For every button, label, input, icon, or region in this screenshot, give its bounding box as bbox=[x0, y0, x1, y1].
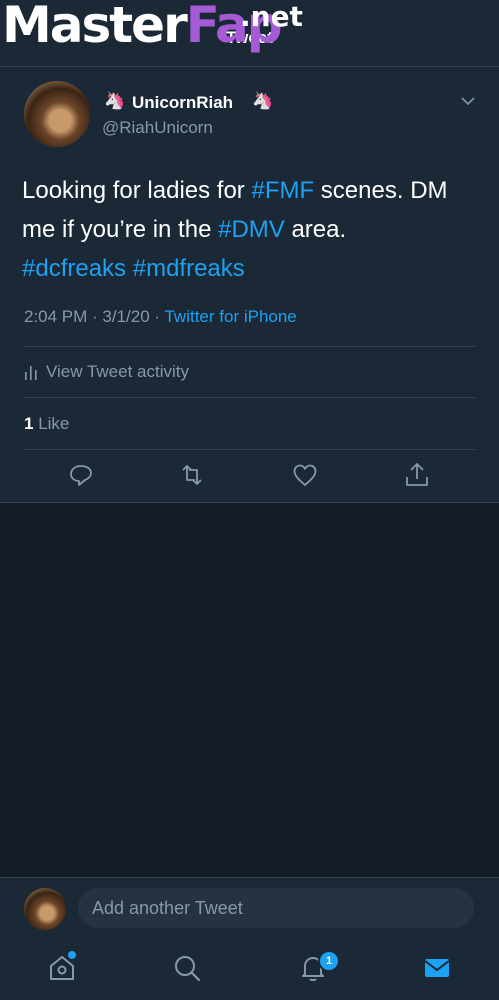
divider bbox=[24, 397, 475, 398]
hashtag-link[interactable]: #DMV bbox=[218, 216, 285, 243]
chevron-down-icon[interactable] bbox=[460, 93, 476, 109]
tweet-source-link[interactable]: Twitter for iPhone bbox=[164, 307, 296, 326]
watermark-suffix: .net bbox=[240, 0, 303, 33]
share-icon[interactable] bbox=[402, 460, 432, 490]
tweet-actions bbox=[0, 460, 499, 496]
unicorn-icon: 🦄 bbox=[104, 91, 126, 110]
tweet-text-part: Looking for ladies for bbox=[22, 177, 252, 204]
watermark-logo: MasterFap bbox=[2, 0, 282, 50]
unicorn-icon: 🦄 bbox=[252, 91, 274, 110]
reply-composer: Add another Tweet bbox=[0, 877, 499, 938]
hashtag-link[interactable]: #mdfreaks bbox=[133, 255, 245, 282]
notifications-badge: 1 bbox=[318, 950, 340, 972]
reply-input[interactable]: Add another Tweet bbox=[78, 888, 474, 928]
divider bbox=[24, 346, 475, 347]
tweet-detail: 🦄 UnicornRiah 🦄 @RiahUnicorn Looking for… bbox=[0, 67, 499, 503]
like-icon[interactable] bbox=[290, 460, 320, 490]
like-count-number: 1 bbox=[24, 414, 34, 433]
tweet-meta: 2:04 PM · 3/1/20 · Twitter for iPhone bbox=[24, 307, 297, 327]
retweet-icon[interactable] bbox=[177, 460, 207, 490]
bottom-tab-bar bbox=[0, 938, 499, 1000]
reply-icon[interactable] bbox=[66, 460, 96, 490]
view-activity-label: View Tweet activity bbox=[46, 362, 189, 381]
user-handle[interactable]: @RiahUnicorn bbox=[102, 118, 213, 138]
activity-icon bbox=[25, 366, 37, 380]
divider bbox=[24, 449, 475, 450]
hashtag-link[interactable]: #dcfreaks bbox=[22, 255, 126, 282]
tweet-text: Looking for ladies for #FMF scenes. DM m… bbox=[22, 171, 482, 288]
tweet-text-part: area. bbox=[284, 216, 347, 243]
tweet-timestamp: 2:04 PM · 3/1/20 · bbox=[24, 307, 165, 326]
view-activity-button[interactable]: View Tweet activity bbox=[24, 361, 189, 382]
mail-icon[interactable] bbox=[421, 952, 453, 984]
home-indicator-dot bbox=[68, 951, 76, 959]
display-name[interactable]: UnicornRiah bbox=[132, 93, 233, 113]
hashtag-link[interactable]: #FMF bbox=[251, 177, 314, 204]
top-bar: Tweet MasterFap .net bbox=[0, 0, 499, 67]
likes-count[interactable]: 1 Like bbox=[24, 414, 69, 434]
search-icon[interactable] bbox=[171, 952, 203, 984]
watermark-text-a: Master bbox=[2, 0, 188, 54]
like-count-label: Like bbox=[38, 414, 70, 433]
avatar[interactable] bbox=[24, 81, 90, 147]
avatar bbox=[24, 888, 66, 930]
